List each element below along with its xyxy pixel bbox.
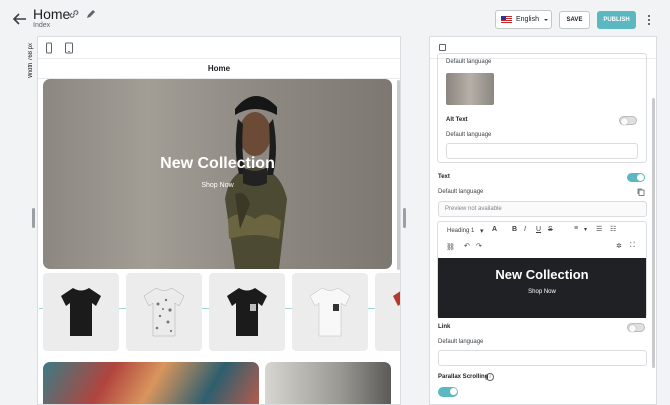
text-toggle[interactable] (627, 173, 645, 182)
info-icon[interactable]: i (486, 373, 494, 381)
tshirt-icon (393, 291, 400, 306)
mobile-device-icon[interactable] (44, 42, 54, 54)
chevron-down-icon (543, 18, 548, 21)
select-checkbox[interactable] (439, 44, 446, 51)
text-preview-area[interactable]: New Collection Shop Now (438, 258, 646, 318)
tablet-device-icon[interactable] (64, 42, 74, 54)
panel-scrollbar[interactable] (652, 98, 655, 368)
product-card-black-pocket-tee[interactable] (209, 273, 285, 351)
hero-banner[interactable]: New Collection Shop Now (43, 79, 392, 269)
strikethrough-icon[interactable]: S (548, 226, 553, 233)
text-default-language-label: Default language (438, 189, 484, 195)
settings-sparkle-icon[interactable]: ✲ (616, 242, 622, 250)
alt-text-input[interactable] (446, 143, 638, 159)
underline-icon[interactable]: U (536, 226, 541, 233)
italic-icon[interactable]: I (524, 226, 526, 233)
align-caret-icon[interactable]: ▾ (584, 226, 587, 233)
product-row (43, 273, 400, 351)
preview-page-title: Home (38, 59, 400, 79)
category-tile-street[interactable] (265, 362, 391, 404)
page-subtitle: Index (33, 22, 51, 29)
us-flag-icon (501, 16, 512, 23)
page-preview-canvas: Home New Collection Shop Now (37, 36, 401, 405)
language-select[interactable]: English (495, 10, 552, 29)
redo-icon[interactable]: ↷ (476, 242, 482, 250)
text-section-label: Text (438, 174, 450, 180)
editor-toolbar: Heading 1 ▾ A B I U S ≡ ▾ ☰ ☷ ⛓ ↶ ↷ ✲ ⛶ (438, 222, 646, 258)
alt-text-toggle[interactable] (619, 116, 637, 125)
product-card-red-tee[interactable] (375, 273, 400, 351)
edit-pencil-icon[interactable] (85, 8, 97, 20)
category-tile-graffiti[interactable] (43, 362, 259, 404)
language-select-value: English (516, 16, 539, 23)
back-arrow-icon[interactable] (12, 11, 28, 27)
properties-panel: Default language Alt Text Default langua… (429, 36, 657, 405)
link-default-language-label: Default language (438, 339, 484, 345)
save-button[interactable]: SAVE (559, 11, 590, 29)
preview-subtext: Shop Now (528, 289, 556, 295)
hero-title: New Collection (160, 155, 275, 172)
canvas-width-label: Width 768 px (28, 42, 34, 78)
alt-default-language-label: Default language (446, 132, 492, 138)
rich-text-editor: Heading 1 ▾ A B I U S ≡ ▾ ☰ ☷ ⛓ ↶ ↷ ✲ ⛶ … (437, 221, 647, 318)
fullscreen-icon[interactable]: ⛶ (630, 242, 635, 250)
tshirt-icon (309, 287, 351, 337)
copy-icon[interactable] (637, 188, 645, 196)
product-card-floral-tee[interactable] (126, 273, 202, 351)
heading-select[interactable]: Heading 1 (447, 228, 474, 234)
category-tiles (43, 362, 391, 404)
product-card-white-pocket-tee[interactable] (292, 273, 368, 351)
parallax-toggle[interactable] (438, 387, 458, 397)
text-color-icon[interactable]: A (492, 226, 497, 233)
device-switcher (38, 37, 400, 59)
link-input[interactable] (438, 350, 647, 366)
parallax-label: Parallax Scrolling (438, 374, 489, 380)
right-resize-handle[interactable] (403, 208, 406, 228)
hero-model-image (225, 95, 287, 269)
align-icon[interactable]: ≡ (574, 225, 578, 232)
tshirt-icon (227, 288, 267, 336)
image-thumbnail[interactable] (446, 73, 494, 105)
top-bar: Home Index English SAVE PUBLISH (0, 0, 670, 36)
link-icon[interactable] (68, 8, 80, 20)
product-card-black-tee[interactable] (43, 273, 119, 351)
page-title: Home (33, 6, 71, 22)
link-toggle[interactable] (627, 323, 645, 332)
hero-shop-now-link[interactable]: Shop Now (43, 182, 392, 189)
caret-down-icon[interactable]: ▾ (480, 227, 484, 235)
link-icon[interactable]: ⛓ (446, 243, 455, 251)
numbered-list-icon[interactable]: ☷ (610, 225, 616, 233)
more-options-icon[interactable] (646, 13, 652, 27)
text-preview-field: Preview not available (438, 201, 647, 217)
tshirt-icon (143, 287, 185, 337)
bold-icon[interactable]: B (512, 226, 517, 233)
tshirt-icon (61, 288, 101, 336)
preview-heading: New Collection (495, 267, 589, 282)
image-default-language-label: Default language (446, 59, 492, 65)
canvas-scrollbar[interactable] (397, 80, 400, 270)
publish-button[interactable]: PUBLISH (597, 11, 636, 29)
bullet-list-icon[interactable]: ☰ (596, 225, 602, 233)
left-resize-handle[interactable] (32, 208, 35, 228)
undo-icon[interactable]: ↶ (464, 242, 470, 250)
link-section-label: Link (438, 324, 451, 330)
alt-text-label: Alt Text (446, 117, 468, 123)
